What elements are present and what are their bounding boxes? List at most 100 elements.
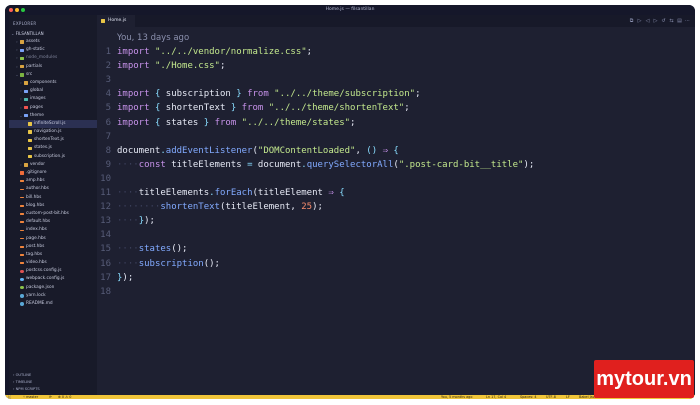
file-tree-item[interactable]: infiniteScroll.js <box>9 119 97 129</box>
line-ending[interactable]: LF <box>566 395 570 399</box>
file-tree-item[interactable]: › global <box>9 87 97 95</box>
title-bar: Home.js — filsantillan <box>5 5 695 15</box>
problems-indicator[interactable]: ⊗ 0 ⚠ 0 <box>58 395 71 399</box>
file-tree-item[interactable]: bill.hbs <box>9 194 97 202</box>
sync-icon[interactable]: ⟳ <box>49 395 52 399</box>
project-folder-header[interactable]: ⌄ FILSANTILLAN <box>11 31 44 36</box>
file-tree-item[interactable]: webpack.config.js <box>9 275 97 283</box>
more-icon[interactable]: ⋯ <box>685 19 690 24</box>
cursor-position[interactable]: Ln 17, Col 4 <box>486 395 506 399</box>
code-token: "../../theme/subscription" <box>274 89 416 100</box>
code-line[interactable]: 18 <box>97 285 695 299</box>
code-line[interactable]: 14 <box>97 228 695 242</box>
file-tree-item[interactable]: › vendor <box>9 161 97 169</box>
file-icon <box>20 245 24 248</box>
file-tree-item[interactable]: navigation.js <box>9 128 97 136</box>
folder-icon <box>24 163 28 167</box>
file-tree-item[interactable]: .gitignore <box>9 169 97 177</box>
file-tree-item[interactable]: post.hbs <box>9 243 97 251</box>
timeline-section[interactable]: › TIMELINE <box>13 380 32 384</box>
chevron-right-icon: › <box>16 48 18 53</box>
code-token: titleElements <box>138 188 210 198</box>
file-tree-item[interactable]: yarn.lock <box>9 292 97 300</box>
file-tree-item[interactable]: subscription.js <box>9 153 97 161</box>
file-tree-item[interactable]: postcss.config.js <box>9 267 97 275</box>
file-tree-item[interactable]: default.hbs <box>9 218 97 226</box>
code-text: document.addEventListener("DOMContentLoa… <box>117 144 399 158</box>
code-token: from <box>247 89 275 100</box>
forward-icon[interactable]: ▷ <box>653 19 658 24</box>
file-icon <box>20 262 24 264</box>
file-tree-item[interactable]: ⌄ theme <box>9 112 97 120</box>
code-editor[interactable]: Home.js ⧉ ▷ ◁ ▷ ↺ ⇆ ▤ ⋯ You, 13 days ago 1 impor… <box>97 15 695 395</box>
code-line[interactable]: 15 ····states(); <box>97 242 695 256</box>
code-line[interactable]: 3 <box>97 73 695 87</box>
code-token: titleElements <box>171 159 248 170</box>
file-tree-item[interactable]: › assets <box>9 38 97 46</box>
code-line[interactable]: 6 import { states } from "../../theme/sta… <box>97 116 695 130</box>
split-icon[interactable]: ⧉ <box>629 19 634 24</box>
code-line[interactable]: 1 import "../../vendor/normalize.css"; <box>97 45 695 59</box>
file-tree-item[interactable]: › components <box>9 79 97 87</box>
code-line[interactable]: 7 <box>97 130 695 144</box>
remote-icon[interactable]: ⟩⟨ <box>8 395 11 399</box>
file-tree-item[interactable]: › partials <box>9 63 97 71</box>
status-blame[interactable]: You, 5 months ago <box>441 395 472 399</box>
code-line[interactable]: 4 import { subscription } from "../../the… <box>97 87 695 101</box>
code-line[interactable]: 5 import { shortenText } from "../../them… <box>97 101 695 115</box>
file-tree-item[interactable]: shortenText.js <box>9 136 97 144</box>
code-line[interactable]: 13 ····}); <box>97 214 695 228</box>
file-tree-item[interactable]: custom-post-bit.hbs <box>9 210 97 218</box>
code-token: states <box>165 117 204 128</box>
indentation[interactable]: Spaces: 4 <box>520 395 536 399</box>
code-token: } <box>236 89 248 100</box>
code-line[interactable]: 9 ····const titleElements = document.quer… <box>97 158 695 172</box>
code-line[interactable]: 11 ····titleElements.forEach(titleElement… <box>97 186 695 200</box>
file-tree-item[interactable]: ⌄ src <box>9 71 97 79</box>
file-tree-item[interactable]: page.hbs <box>9 235 97 243</box>
code-line[interactable]: 16 ····subscription(); <box>97 257 695 271</box>
npm-scripts-section[interactable]: › NPM SCRIPTS <box>13 387 40 391</box>
file-tree-item[interactable]: author.hbs <box>9 185 97 193</box>
file-tree-item[interactable]: › node_modules <box>9 54 97 62</box>
branch-indicator[interactable]: ⑂ master <box>23 395 38 399</box>
file-tree-item[interactable]: › pages <box>9 104 97 112</box>
code-line[interactable]: 2 import "./Home.css"; <box>97 59 695 73</box>
file-tree-item[interactable]: states.js <box>9 144 97 152</box>
code-line[interactable]: 17}); <box>97 271 695 285</box>
file-icon <box>20 196 24 199</box>
file-tree-item[interactable]: › gh-static <box>9 46 97 54</box>
file-tree-item[interactable]: blog.hbs <box>9 202 97 210</box>
code-token: (); <box>203 258 220 269</box>
encoding[interactable]: UTF-8 <box>546 395 556 399</box>
code-token: ···· <box>117 159 139 170</box>
code-line[interactable]: 8 document.addEventListener("DOMContentLo… <box>97 144 695 158</box>
code-token: , <box>355 145 367 156</box>
file-tree-item[interactable]: › images <box>9 95 97 103</box>
file-tree-item[interactable]: video.hbs <box>9 259 97 267</box>
code-token: import <box>117 89 155 100</box>
file-tree-label: src <box>26 71 33 77</box>
code-token: "./Home.css" <box>154 61 220 72</box>
code-token: from <box>241 103 269 114</box>
run-icon[interactable]: ▷ <box>637 19 642 24</box>
code-token: import <box>117 117 155 128</box>
history-icon[interactable]: ↺ <box>661 19 666 24</box>
compare-icon[interactable]: ⇆ <box>669 19 674 24</box>
file-tree-item[interactable]: index.hbs <box>9 226 97 234</box>
layout-icon[interactable]: ▤ <box>677 19 682 24</box>
file-tree-item[interactable]: README.md <box>9 300 97 308</box>
file-tree-item[interactable]: amp.hbs <box>9 177 97 185</box>
tab-home-js[interactable]: Home.js <box>97 15 135 27</box>
code-line[interactable]: 10 <box>97 172 695 186</box>
code-token: forEach <box>214 188 253 198</box>
file-tree-item[interactable]: package.json <box>9 284 97 292</box>
line-number: 7 <box>105 131 111 142</box>
code-line[interactable]: 12 ········shortenText(titleElement, 25); <box>97 200 695 214</box>
code-token: () <box>366 145 383 156</box>
back-icon[interactable]: ◁ <box>645 19 650 24</box>
code-text: ····}); <box>117 214 155 228</box>
outline-section[interactable]: › OUTLINE <box>13 373 31 377</box>
file-tree-item[interactable]: tag.hbs <box>9 251 97 259</box>
chevron-right-icon: › <box>20 97 22 102</box>
